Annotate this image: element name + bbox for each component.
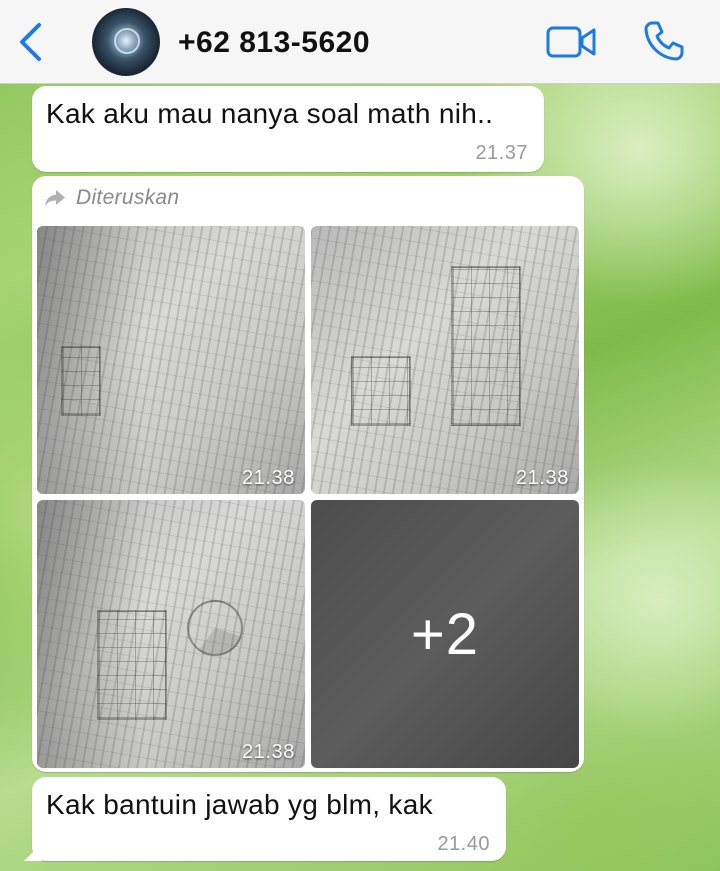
phone-icon bbox=[644, 21, 684, 61]
message-time: 21.37 bbox=[475, 142, 528, 164]
photo-thumbnail[interactable]: 21.38 bbox=[37, 226, 305, 494]
video-call-button[interactable] bbox=[546, 22, 598, 62]
forwarded-indicator: Diteruskan bbox=[44, 186, 179, 210]
worksheet-table-drawing bbox=[97, 610, 167, 720]
back-button[interactable] bbox=[8, 18, 52, 66]
forward-arrow-icon bbox=[45, 190, 65, 206]
more-photos-count: +2 bbox=[410, 601, 480, 667]
photo-time: 21.38 bbox=[241, 741, 295, 763]
photo-thumbnail[interactable]: 21.38 bbox=[311, 226, 579, 494]
worksheet-table-drawing bbox=[351, 356, 411, 426]
photo-time: 21.38 bbox=[241, 467, 295, 489]
message-bubble[interactable]: Kak aku mau nanya soal math nih.. 21.37 bbox=[32, 86, 544, 172]
forwarded-album-bubble[interactable]: Diteruskan 21.38 21.38 21.38 +2 bbox=[32, 176, 584, 772]
worksheet-table-drawing bbox=[61, 346, 101, 416]
chat-header: +62 813-5620 bbox=[0, 0, 720, 84]
avatar[interactable] bbox=[92, 8, 160, 76]
forwarded-label: Diteruskan bbox=[76, 186, 180, 209]
chevron-left-icon bbox=[20, 23, 41, 61]
voice-call-button[interactable] bbox=[640, 17, 688, 65]
redaction-mark bbox=[392, 22, 502, 64]
message-text: Kak aku mau nanya soal math nih.. bbox=[46, 98, 494, 129]
photo-thumbnail[interactable]: 21.38 bbox=[37, 500, 305, 768]
message-time: 21.40 bbox=[437, 833, 490, 855]
contact-name[interactable]: +62 813-5620 bbox=[178, 26, 370, 60]
pie-chart-drawing bbox=[187, 600, 243, 656]
more-photos-tile[interactable]: +2 bbox=[311, 500, 579, 768]
message-text: Kak bantuin jawab yg blm, kak bbox=[46, 789, 433, 820]
video-camera-icon bbox=[546, 26, 596, 58]
photo-time: 21.38 bbox=[515, 467, 569, 489]
message-bubble[interactable]: Kak bantuin jawab yg blm, kak 21.40 bbox=[32, 777, 506, 861]
worksheet-table-drawing bbox=[451, 266, 521, 426]
